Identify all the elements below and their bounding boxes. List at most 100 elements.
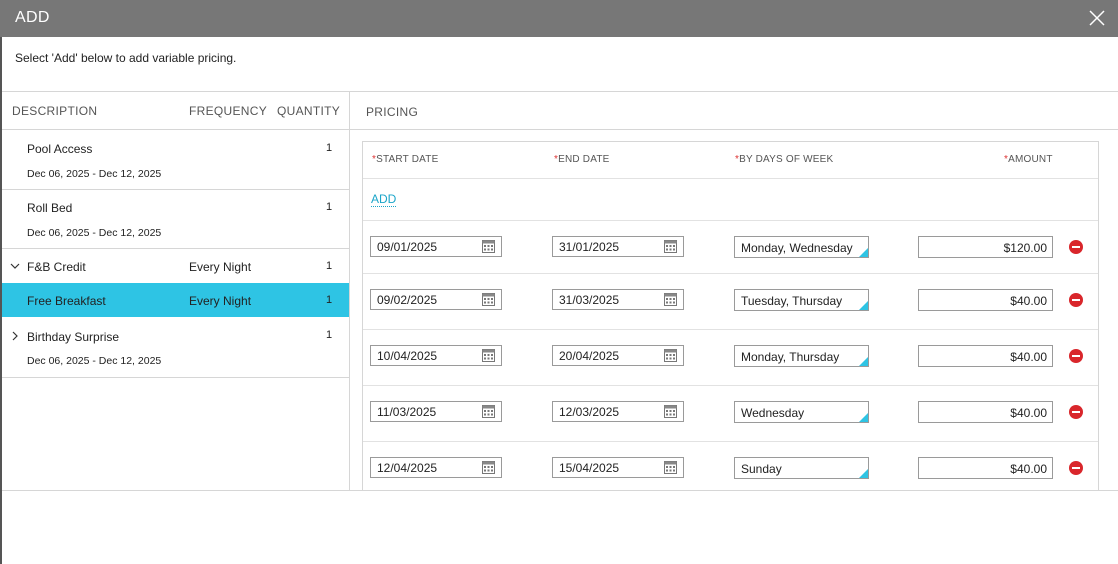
- days-of-week-select[interactable]: Tuesday, Thursday: [734, 289, 869, 311]
- start-date-value: 10/04/2025: [377, 349, 438, 363]
- pricing-row: 09/01/2025 31/01/2025 Monday, Wednesday $12…: [363, 221, 1098, 277]
- item-frequency: Every Night: [189, 294, 252, 308]
- days-of-week-value: Monday, Wednesday: [741, 241, 853, 255]
- item-quantity: 1: [326, 201, 333, 213]
- item-name: Roll Bed: [27, 201, 73, 215]
- end-date-input[interactable]: 31/03/2025: [552, 289, 684, 310]
- item-quantity: 1: [326, 142, 333, 154]
- pricing-row: 11/03/2025 12/03/2025 Wednesday $40.00: [363, 386, 1098, 442]
- pricing-row: 12/04/2025 15/04/2025 Sunday $40.00: [363, 442, 1098, 491]
- remove-row-icon[interactable]: [1069, 293, 1083, 307]
- item-frequency: Every Night: [189, 260, 252, 274]
- item-quantity: 1: [326, 260, 333, 272]
- instruction-text: Select 'Add' below to add variable prici…: [15, 51, 237, 65]
- end-date-input[interactable]: 15/04/2025: [552, 457, 684, 478]
- calendar-icon[interactable]: [664, 240, 677, 253]
- remove-row-icon[interactable]: [1069, 461, 1083, 475]
- days-of-week-select[interactable]: Wednesday: [734, 401, 869, 423]
- calendar-icon[interactable]: [664, 349, 677, 362]
- frequency-header: FREQUENCY: [189, 104, 268, 118]
- item-quantity: 1: [326, 294, 333, 306]
- calendar-icon[interactable]: [482, 461, 495, 474]
- start-date-input[interactable]: 12/04/2025: [370, 457, 502, 478]
- amount-value: $40.00: [1010, 406, 1047, 420]
- dialog-title: ADD: [15, 9, 50, 26]
- calendar-icon[interactable]: [664, 293, 677, 306]
- amount-input[interactable]: $120.00: [918, 236, 1053, 258]
- start-date-value: 12/04/2025: [377, 461, 438, 475]
- amount-input[interactable]: $40.00: [918, 457, 1053, 479]
- start-date-header: *START DATE: [372, 154, 439, 165]
- start-date-input[interactable]: 10/04/2025: [370, 345, 502, 366]
- days-of-week-select[interactable]: Sunday: [734, 457, 869, 479]
- start-date-value: 09/01/2025: [377, 240, 438, 254]
- calendar-icon[interactable]: [664, 405, 677, 418]
- pricing-pane: PRICING *START DATE *END DATE *BY DAYS O…: [350, 92, 1118, 491]
- days-of-week-value: Wednesday: [741, 406, 805, 420]
- calendar-icon[interactable]: [482, 293, 495, 306]
- end-date-input[interactable]: 12/03/2025: [552, 401, 684, 422]
- pricing-grid: *START DATE *END DATE *BY DAYS OF WEEK *…: [362, 141, 1099, 491]
- list-item[interactable]: Pool Access 1 Dec 06, 2025 - Dec 12, 202…: [2, 130, 349, 190]
- item-quantity: 1: [326, 329, 333, 341]
- end-date-value: 31/03/2025: [559, 293, 620, 307]
- start-date-value: 09/02/2025: [377, 293, 438, 307]
- dropdown-corner-icon: [859, 413, 868, 422]
- remove-row-icon[interactable]: [1069, 405, 1083, 419]
- items-pane: DESCRIPTION FREQUENCY QUANTITY Pool Acce…: [2, 92, 350, 490]
- main-panel: DESCRIPTION FREQUENCY QUANTITY Pool Acce…: [2, 91, 1118, 491]
- pricing-row: 09/02/2025 31/03/2025 Tuesday, Thursday $40…: [363, 274, 1098, 330]
- dropdown-corner-icon: [859, 357, 868, 366]
- calendar-icon[interactable]: [482, 240, 495, 253]
- end-date-value: 15/04/2025: [559, 461, 620, 475]
- end-date-value: 20/04/2025: [559, 349, 620, 363]
- chevron-right-icon[interactable]: [10, 331, 20, 341]
- add-pricing-link[interactable]: ADD: [371, 192, 397, 207]
- calendar-icon[interactable]: [482, 405, 495, 418]
- chevron-down-icon[interactable]: [10, 261, 20, 271]
- close-icon[interactable]: [1086, 7, 1108, 29]
- days-of-week-value: Sunday: [741, 462, 782, 476]
- dialog-titlebar: ADD: [0, 0, 1118, 37]
- amount-value: $120.00: [1003, 241, 1047, 255]
- list-item-selected[interactable]: Free Breakfast Every Night 1: [2, 283, 349, 317]
- quantity-header: QUANTITY: [277, 104, 341, 118]
- remove-row-icon[interactable]: [1069, 240, 1083, 254]
- start-date-input[interactable]: 09/02/2025: [370, 289, 502, 310]
- end-date-input[interactable]: 20/04/2025: [552, 345, 684, 366]
- dropdown-corner-icon: [859, 248, 868, 257]
- days-of-week-value: Monday, Thursday: [741, 350, 840, 364]
- amount-value: $40.00: [1010, 294, 1047, 308]
- item-dates: Dec 06, 2025 - Dec 12, 2025: [27, 168, 162, 180]
- amount-input[interactable]: $40.00: [918, 401, 1053, 423]
- list-item[interactable]: Roll Bed 1 Dec 06, 2025 - Dec 12, 2025: [2, 190, 349, 249]
- start-date-value: 11/03/2025: [377, 405, 437, 419]
- end-date-header: *END DATE: [554, 154, 610, 165]
- amount-input[interactable]: $40.00: [918, 345, 1053, 367]
- list-item[interactable]: F&B Credit Every Night 1: [2, 249, 349, 283]
- days-of-week-select[interactable]: Monday, Wednesday: [734, 236, 869, 258]
- description-header: DESCRIPTION: [12, 104, 98, 118]
- amount-input[interactable]: $40.00: [918, 289, 1053, 311]
- calendar-icon[interactable]: [664, 461, 677, 474]
- list-item[interactable]: Birthday Surprise 1 Dec 06, 2025 - Dec 1…: [2, 318, 349, 378]
- end-date-value: 31/01/2025: [559, 240, 620, 254]
- amount-value: $40.00: [1010, 462, 1047, 476]
- item-name: F&B Credit: [27, 260, 86, 274]
- end-date-input[interactable]: 31/01/2025: [552, 236, 684, 257]
- days-of-week-value: Tuesday, Thursday: [741, 294, 843, 308]
- remove-row-icon[interactable]: [1069, 349, 1083, 363]
- dropdown-corner-icon: [859, 469, 868, 478]
- days-of-week-select[interactable]: Monday, Thursday: [734, 345, 869, 367]
- amount-header: *AMOUNT: [1004, 154, 1053, 165]
- start-date-input[interactable]: 11/03/2025: [370, 401, 502, 422]
- item-name: Free Breakfast: [27, 294, 106, 308]
- pricing-divider: [350, 129, 1118, 130]
- dropdown-corner-icon: [859, 301, 868, 310]
- start-date-input[interactable]: 09/01/2025: [370, 236, 502, 257]
- item-dates: Dec 06, 2025 - Dec 12, 2025: [27, 227, 162, 239]
- item-dates: Dec 06, 2025 - Dec 12, 2025: [27, 355, 162, 367]
- calendar-icon[interactable]: [482, 349, 495, 362]
- pricing-row: 10/04/2025 20/04/2025 Monday, Thursday $40.…: [363, 330, 1098, 386]
- item-name: Pool Access: [27, 142, 93, 156]
